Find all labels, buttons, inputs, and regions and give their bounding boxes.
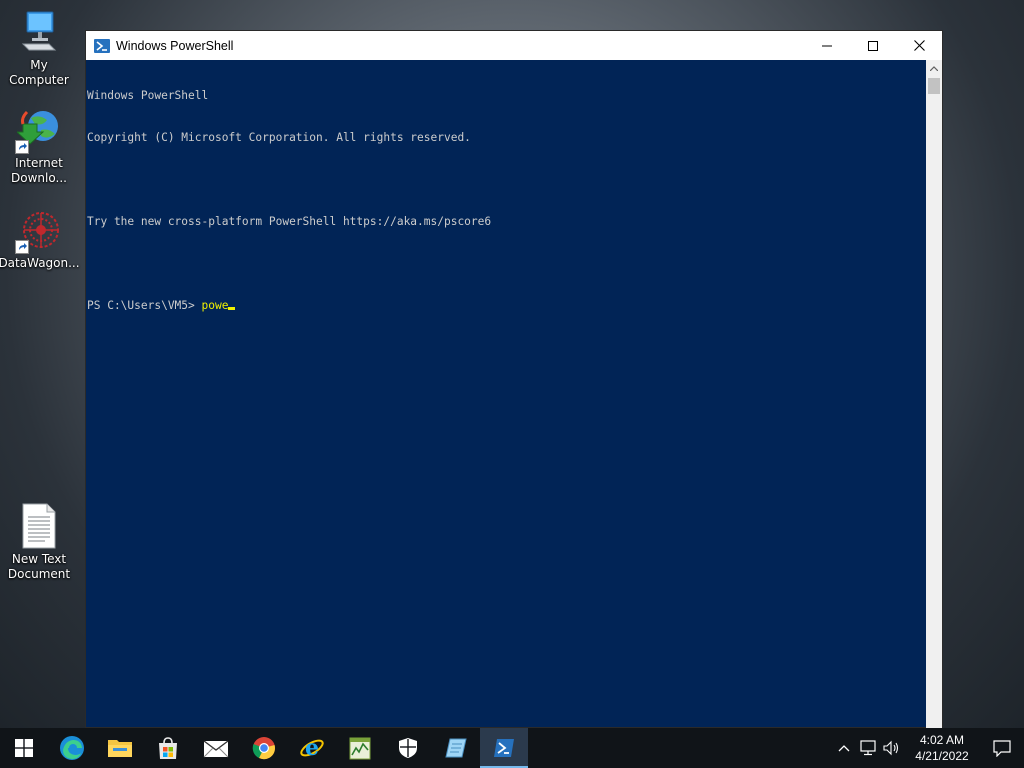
window-titlebar[interactable]: Windows PowerShell: [86, 31, 942, 60]
network-icon: [860, 740, 876, 756]
computer-icon: [15, 8, 63, 56]
mail-envelope-icon: [203, 740, 229, 758]
shortcut-arrow-icon: [15, 140, 29, 154]
taskbar-notepad[interactable]: [432, 728, 480, 768]
scroll-thumb[interactable]: [928, 78, 940, 94]
console-line: Try the new cross-platform PowerShell ht…: [87, 215, 492, 228]
powershell-icon: [94, 38, 110, 53]
desktop-icon-label: My Computer: [9, 58, 69, 87]
clock-time: 4:02 AM: [919, 733, 965, 747]
desktop-icon-label: Internet Downlo...: [11, 156, 67, 185]
taskbar-clock[interactable]: 4:02 AM 4/21/2022: [904, 732, 980, 764]
shortcut-arrow-icon: [15, 240, 29, 254]
minimize-button[interactable]: [804, 31, 850, 60]
text-document-icon: [15, 502, 63, 550]
windows-start-icon: [15, 739, 33, 757]
globe-download-icon: [15, 106, 63, 154]
speaker-icon: [883, 740, 899, 756]
console-output[interactable]: Windows PowerShell Copyright (C) Microso…: [86, 60, 927, 728]
network-button[interactable]: [856, 728, 880, 768]
taskbar-edge[interactable]: [48, 728, 96, 768]
maximize-icon: [868, 40, 878, 51]
console-line: Copyright (C) Microsoft Corporation. All…: [87, 131, 471, 144]
desktop-icon-label: New Text Document: [7, 552, 71, 581]
taskbar-powershell[interactable]: [480, 728, 528, 768]
minimize-icon: [822, 45, 832, 46]
console-line: Windows PowerShell: [87, 89, 209, 102]
svg-text:e: e: [305, 735, 319, 761]
maximize-button[interactable]: [850, 31, 896, 60]
edge-icon: [60, 736, 84, 760]
desktop-icon-internet-download[interactable]: Internet Downlo...: [0, 106, 78, 186]
desktop-icon-my-computer[interactable]: My Computer: [0, 8, 78, 88]
window-title: Windows PowerShell: [116, 38, 234, 53]
vertical-scrollbar[interactable]: [926, 60, 942, 728]
taskbar-file-explorer[interactable]: [96, 728, 144, 768]
taskbar-mail[interactable]: [192, 728, 240, 768]
taskbar-windows-security[interactable]: [384, 728, 432, 768]
folder-icon: [108, 740, 132, 757]
volume-button[interactable]: [880, 728, 904, 768]
notepad-icon: [445, 738, 467, 758]
system-tray: 4:02 AM 4/21/2022: [832, 728, 1024, 768]
internet-explorer-icon: e: [300, 735, 324, 761]
command-input[interactable]: powe: [202, 299, 229, 312]
chevron-up-icon: [838, 745, 850, 752]
taskbar: e 4:02 AM 4/21/2022: [0, 728, 1024, 768]
desktop-icon-datawagon[interactable]: DataWagon...: [0, 206, 80, 271]
task-manager-icon: [349, 737, 371, 760]
chrome-icon: [252, 737, 275, 760]
powershell-icon: [494, 739, 514, 757]
desktop-icon-label: DataWagon...: [0, 256, 80, 270]
shield-icon: [399, 738, 417, 758]
text-cursor: [228, 307, 236, 310]
close-button[interactable]: [896, 31, 942, 60]
prompt-text: PS C:\Users\VM5>: [87, 299, 202, 312]
store-bag-icon: [159, 737, 177, 759]
prompt-line[interactable]: PS C:\Users\VM5> powe: [87, 299, 926, 313]
clock-date: 4/21/2022: [915, 749, 969, 763]
chevron-up-icon: [930, 65, 938, 71]
datawagon-icon: [15, 206, 63, 254]
close-icon: [913, 40, 925, 51]
taskbar-chrome[interactable]: [240, 728, 288, 768]
powershell-window[interactable]: Windows PowerShell Windows PowerShell Co…: [85, 30, 943, 728]
start-button[interactable]: [0, 728, 48, 768]
show-hidden-icons-button[interactable]: [832, 728, 856, 768]
action-center-button[interactable]: [980, 728, 1024, 768]
scroll-up-button[interactable]: [926, 60, 942, 76]
taskbar-internet-explorer[interactable]: e: [288, 728, 336, 768]
taskbar-store[interactable]: [144, 728, 192, 768]
desktop-icon-new-text-document[interactable]: New Text Document: [0, 502, 78, 582]
notification-icon: [993, 740, 1011, 757]
taskbar-task-manager[interactable]: [336, 728, 384, 768]
